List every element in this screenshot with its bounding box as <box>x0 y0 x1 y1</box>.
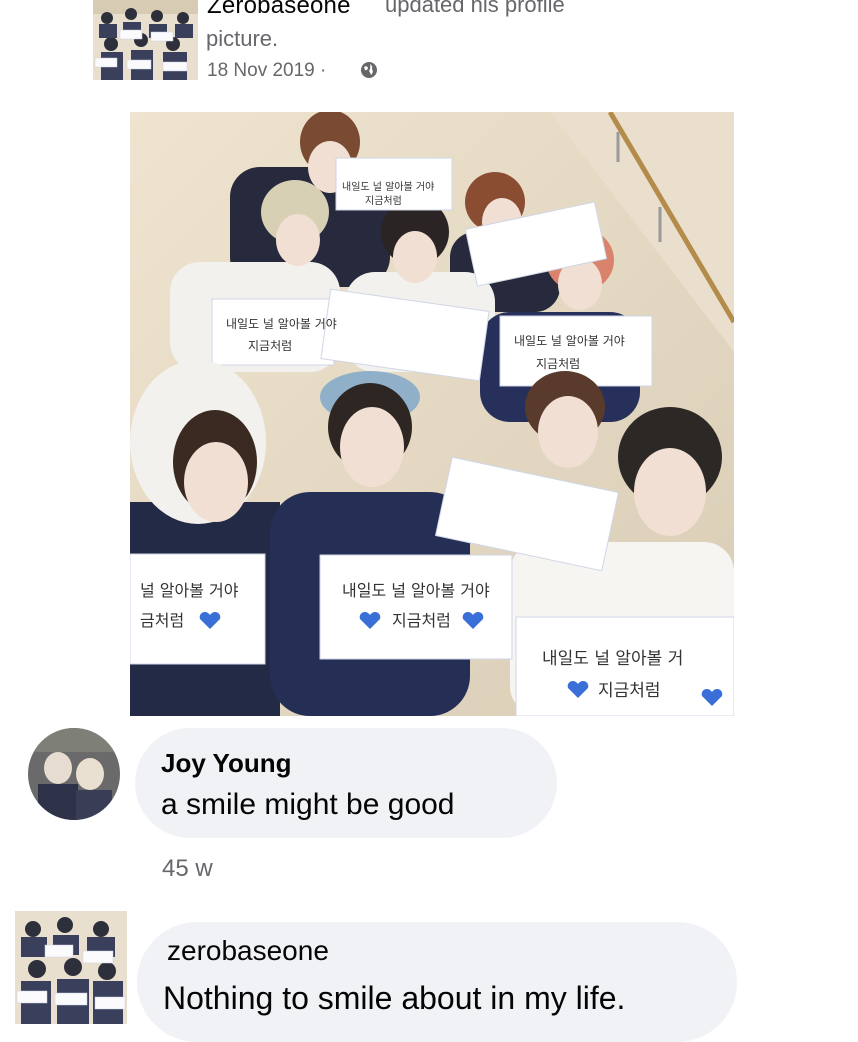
sign-left-line1: 널 알아볼 거야 <box>140 581 239 600</box>
post-action-text-cont: picture. <box>206 26 279 51</box>
sign-left-line2: 금처럼 <box>140 611 184 630</box>
sign-mid-right-line2: 지금처럼 <box>536 357 580 371</box>
sign-back-line2: 지금처럼 <box>365 194 402 207</box>
reply-avatar[interactable] <box>15 911 127 1024</box>
comment-timestamp[interactable]: 45 w <box>162 855 213 883</box>
sign-center-line1: 내일도 널 알아볼 거야 <box>342 581 490 600</box>
comment-avatar[interactable] <box>28 728 120 820</box>
sign-back-line1: 내일도 널 알아볼 거야 <box>342 181 434 193</box>
post-author-avatar[interactable] <box>93 0 198 80</box>
post-photo[interactable]: 널 알아볼 거야 금처럼 내일도 널 알아볼 거야 지금처럼 내일도 널 알아볼… <box>130 112 734 716</box>
comment-author[interactable]: Joy Young <box>161 748 292 779</box>
sign-mid-left-line1: 내일도 널 알아볼 거야 <box>226 317 337 331</box>
post-action-text: updated his profile <box>385 0 565 17</box>
sign-center-line2: 지금처럼 <box>392 611 451 630</box>
post-timestamp[interactable]: 18 Nov 2019 · <box>207 60 326 82</box>
reply-text: Nothing to smile about in my life. <box>163 980 626 1016</box>
sign-right-line2: 지금처럼 <box>598 681 661 701</box>
reply-author[interactable]: zerobaseone <box>167 935 329 967</box>
sign-right-line1: 내일도 널 알아볼 거 <box>542 649 683 669</box>
sign-mid-left-line2: 지금처럼 <box>248 339 292 353</box>
comment-text: a smile might be good <box>161 788 455 821</box>
sign-mid-right-line1: 내일도 널 알아볼 거야 <box>514 334 625 348</box>
globe-icon <box>360 61 378 79</box>
post-author-name[interactable]: Zerobaseone <box>207 0 351 20</box>
